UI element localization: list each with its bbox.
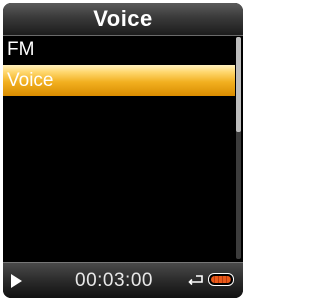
menu-list: FM Voice xyxy=(3,37,235,96)
title-bar: Voice xyxy=(3,3,243,36)
scrollbar-thumb[interactable] xyxy=(236,37,241,132)
scrollbar[interactable] xyxy=(236,37,241,259)
screen-title: Voice xyxy=(93,6,153,31)
battery-level-fill xyxy=(211,276,231,283)
battery-icon xyxy=(208,273,234,286)
repeat-icon xyxy=(188,275,203,286)
menu-item-voice[interactable]: Voice xyxy=(3,65,235,96)
device-screen: Voice FM Voice 00:03:00 xyxy=(3,3,243,298)
status-bar: 00:03:00 xyxy=(3,262,243,298)
play-icon xyxy=(11,274,22,288)
menu-item-fm[interactable]: FM xyxy=(3,37,235,63)
elapsed-time: 00:03:00 xyxy=(75,270,153,291)
